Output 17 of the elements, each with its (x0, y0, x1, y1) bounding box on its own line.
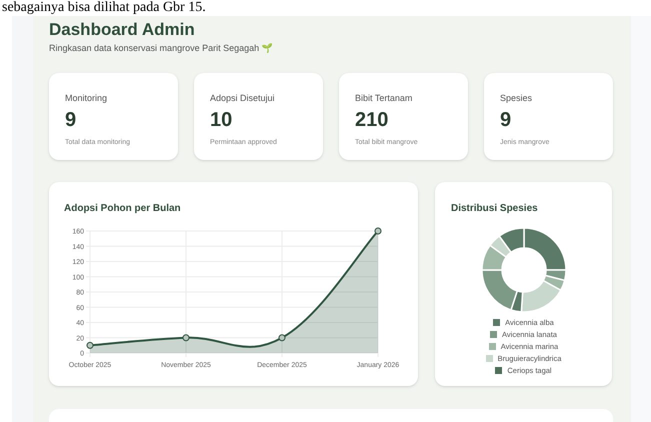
stat-label: Adopsi Disetujui (210, 92, 275, 104)
document-text: sebagainya bisa dilihat pada Gbr 15. (2, 0, 206, 16)
stat-label: Monitoring (65, 92, 108, 104)
data-point (86, 341, 94, 348)
stat-value: 9 (65, 108, 76, 132)
page-title: Dashboard Admin (49, 20, 196, 40)
chart-title: Adopsi Pohon per Bulan (64, 202, 181, 216)
stat-label: Spesies (500, 92, 532, 104)
stat-value: 9 (500, 108, 512, 132)
data-point (182, 334, 190, 341)
page-subtitle: Ringkasan data konservasi mangrove Parit Segagah 🌱 (49, 42, 274, 55)
stat-value: 210 (355, 108, 388, 132)
data-point (374, 227, 382, 234)
chart-title: Distribusi Spesies (451, 202, 538, 216)
stat-label: Bibit Tertanam (355, 92, 412, 104)
stat-value: 10 (210, 108, 232, 132)
data-point (278, 334, 286, 341)
